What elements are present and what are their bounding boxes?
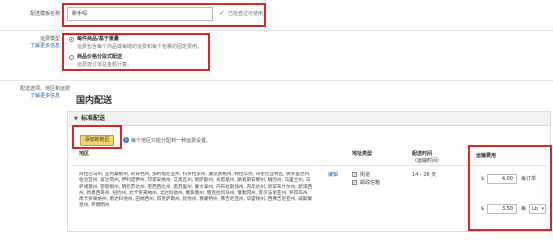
- panel-title: 标准配送: [81, 115, 106, 122]
- region-list: 阿拉巴马州, 亚利桑那州, 阿肯色州, 加利福尼亚州, 科罗拉多州, 康涅狄格州…: [79, 172, 312, 209]
- column-header-address-type: 地址类型: [352, 151, 373, 157]
- divider: [0, 80, 553, 81]
- region-setting-label: 配送选项、地区和运费: [19, 86, 70, 92]
- option-price-banded-desc: 运费按订单总金额计算。: [77, 62, 133, 68]
- address-type-po-box: 邮政信箱: [360, 180, 381, 186]
- per-order-fee-input[interactable]: 4.00: [487, 174, 517, 184]
- column-header-transit-time: 配送时间: [412, 151, 433, 157]
- region-setting-help-link[interactable]: 了解更多信息: [30, 93, 60, 99]
- transit-time-value: 14 - 26 天: [412, 172, 437, 178]
- shipping-model-help-link[interactable]: 了解更多信息: [30, 43, 60, 49]
- shipping-model-label: 运费模型: [39, 36, 60, 42]
- template-name-label: 配送模板名称: [29, 11, 60, 17]
- option-per-item-title: 每件商品/基于重量: [77, 36, 119, 42]
- currency-symbol: $: [481, 176, 485, 182]
- option-price-banded-title: 商品价格分段式配送: [77, 54, 123, 60]
- template-name-input[interactable]: 新手吗: [67, 7, 213, 21]
- currency-symbol: $: [481, 206, 485, 212]
- info-icon: i: [123, 137, 129, 143]
- column-header-region: 地区: [79, 151, 90, 157]
- checkbox-street[interactable]: ✓: [352, 172, 357, 177]
- add-region-hint: 每个地区只能分配到一种运费设置。: [131, 138, 212, 144]
- column-header-transit-note: （运输时间）: [412, 158, 443, 164]
- panel-header: ▼ 标准配送: [68, 112, 550, 126]
- per-label: 每: [521, 206, 527, 212]
- edit-regions-link[interactable]: 编辑: [328, 172, 338, 178]
- radio-price-banded[interactable]: [69, 55, 74, 60]
- address-type-street: 街道: [360, 172, 371, 178]
- shipping-fee-highlight: [468, 145, 552, 231]
- per-order-label: 每订单: [521, 176, 537, 182]
- check-icon: ✓: [219, 9, 225, 17]
- domestic-shipping-title: 国内配送: [76, 96, 113, 106]
- collapse-icon[interactable]: ▼: [74, 116, 78, 122]
- radio-per-item[interactable]: [69, 37, 74, 42]
- name-check-text: 已检查过可使用。: [228, 11, 269, 17]
- divider: [0, 30, 553, 31]
- option-per-item-desc: 运费包含每个商品或每磅的运费和每个包裹的固定费用。: [77, 44, 203, 50]
- checkbox-po-box[interactable]: ✓: [352, 180, 357, 185]
- add-region-button[interactable]: 添加新地区: [80, 135, 114, 146]
- weight-unit-select[interactable]: Lb: [529, 204, 546, 214]
- per-weight-fee-input[interactable]: 3.50: [487, 204, 517, 214]
